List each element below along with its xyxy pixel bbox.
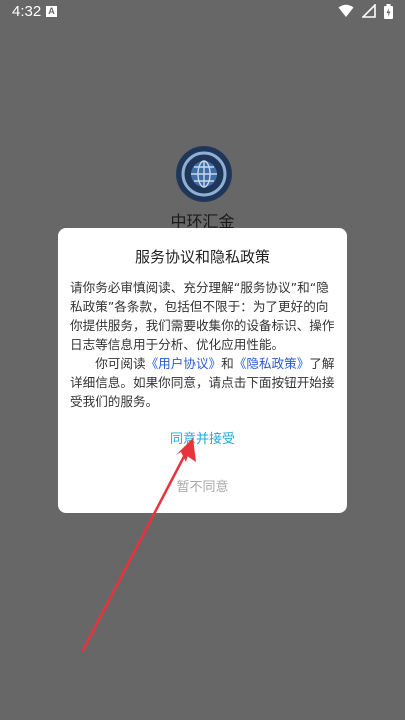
annotation-arrow-icon	[80, 438, 196, 653]
